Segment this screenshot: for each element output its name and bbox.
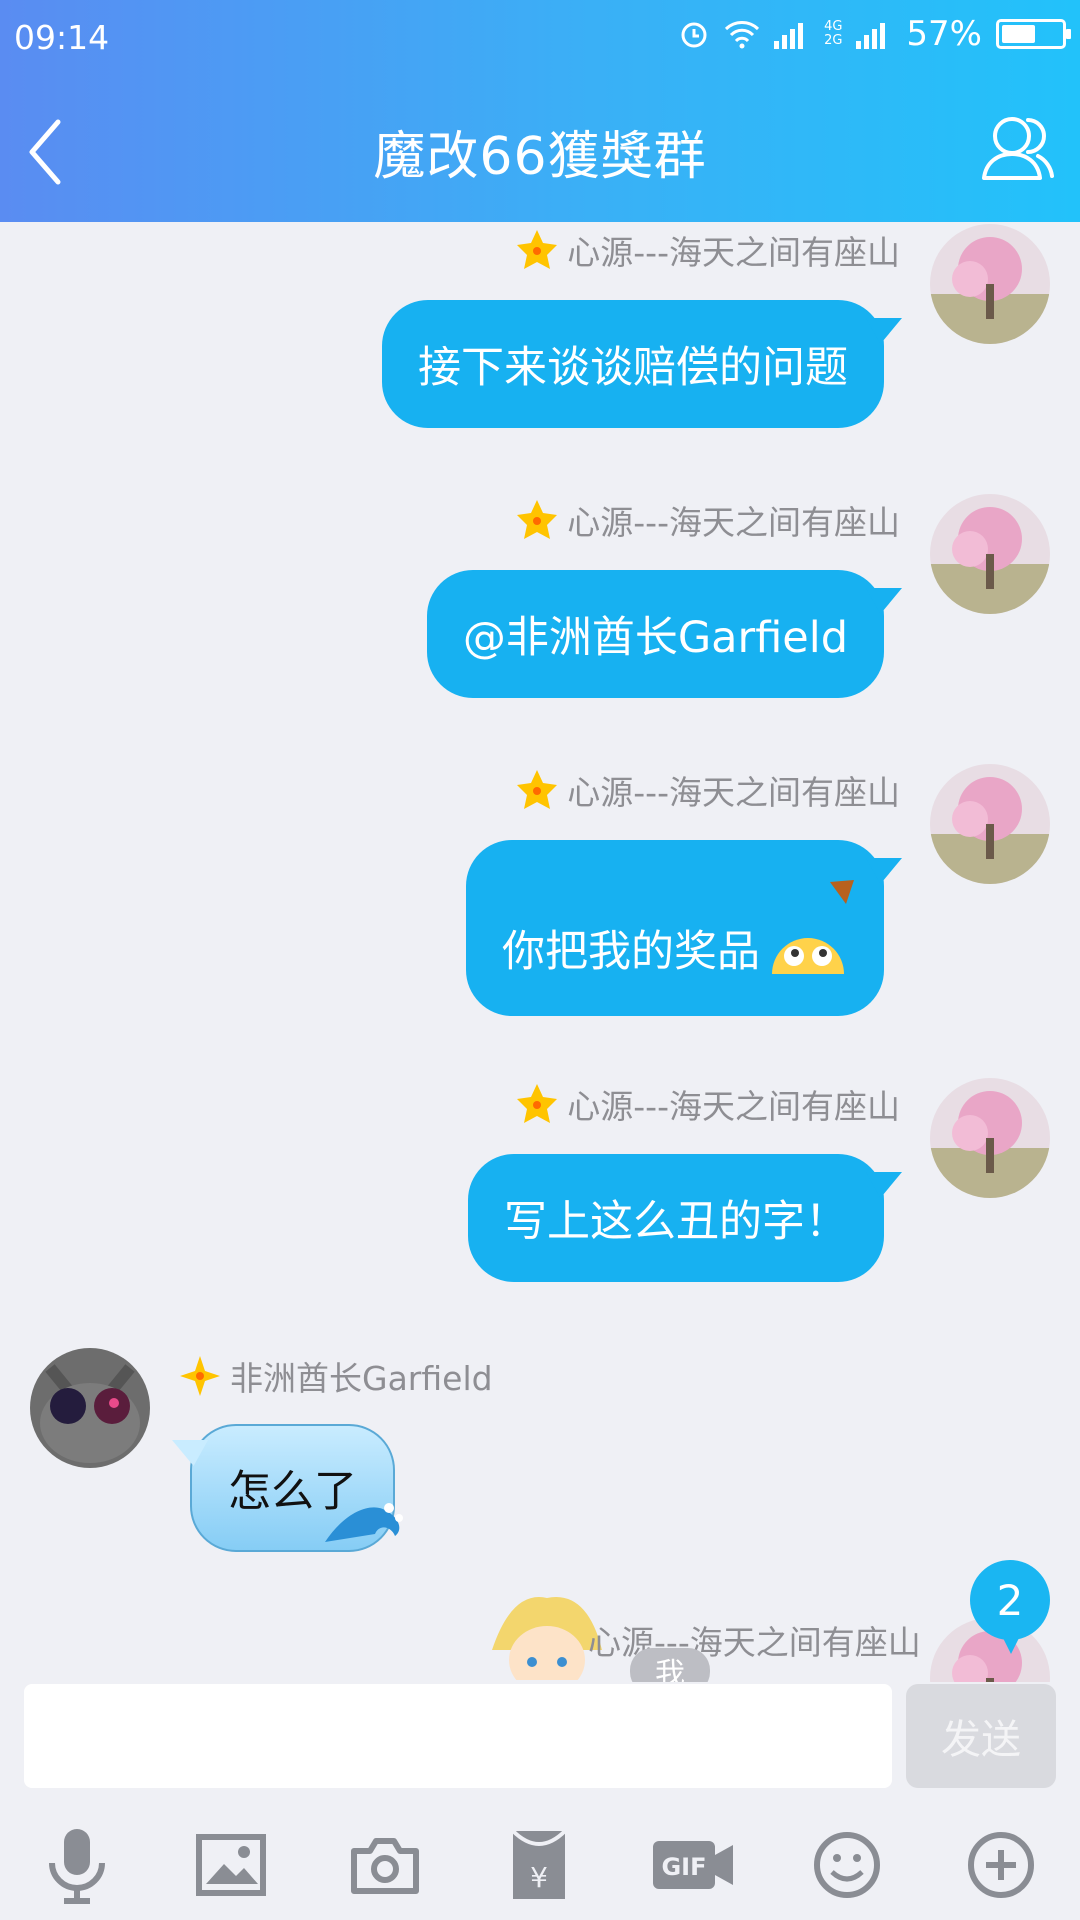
message-bubble[interactable]: 接下来谈谈赔偿的问题 [382, 300, 884, 428]
self-tag: 我 [630, 1648, 710, 1682]
sender-nickname: 心源---海天之间有座山 [515, 496, 900, 544]
wave-decoration-icon [325, 1503, 403, 1542]
avatar[interactable] [30, 1348, 150, 1468]
unread-count: 2 [996, 1575, 1024, 1625]
sparkle-badge-icon [180, 1356, 220, 1396]
network-type: 4G 2G [824, 20, 842, 48]
blossom-tree-avatar-icon [930, 224, 1050, 344]
alarm-icon [681, 22, 707, 48]
image-icon[interactable] [188, 1822, 274, 1908]
sender-nickname: 心源---海天之间有座山 [515, 1080, 900, 1128]
message-input-bar: 发送 [0, 1680, 1080, 1788]
group-members-icon[interactable] [978, 108, 1058, 188]
message-bubble[interactable]: 你把我的奖品 [466, 840, 884, 1016]
avatar[interactable] [930, 494, 1050, 614]
battery-percent: 57% [906, 14, 982, 54]
network-4g: 4G [824, 19, 843, 34]
send-button[interactable]: 发送 [906, 1684, 1056, 1788]
svg-text:GIF: GIF [661, 1853, 706, 1881]
sender-nickname: 非洲酋长Garfield [178, 1352, 493, 1400]
camera-icon[interactable] [342, 1822, 428, 1908]
unread-count-badge[interactable]: 2 [970, 1560, 1050, 1640]
title-bar: 魔改66獲獎群 [0, 90, 1080, 210]
signal-icon-2 [856, 23, 886, 49]
nickname-text: 非洲酋长Garfield [230, 1359, 493, 1398]
message-text: 接下来谈谈赔偿的问题 [418, 343, 848, 393]
star-badge-icon [517, 230, 558, 269]
message-text: @非洲酋长Garfield [462, 613, 848, 663]
star-badge-icon [517, 770, 558, 809]
wifi-icon [725, 21, 760, 49]
star-badge-icon [517, 1084, 558, 1123]
rolling-eyes-emoji-icon [772, 938, 844, 974]
chat-area[interactable]: 心源---海天之间有座山 接下来谈谈赔偿的问题 心源---海天之间有座山 @非洲… [0, 222, 1080, 1682]
message-input[interactable] [24, 1684, 892, 1788]
cat-sunglasses-avatar-icon [30, 1348, 150, 1468]
self-tag-text: 我 [655, 1657, 685, 1682]
gif-icon[interactable]: GIF [650, 1822, 736, 1908]
status-icons: 4G 2G 57% [678, 14, 1071, 54]
microphone-icon[interactable] [34, 1822, 120, 1908]
nickname-text: 心源---海天之间有座山 [567, 233, 900, 272]
network-2g: 2G [824, 33, 843, 48]
blossom-tree-avatar-icon [930, 764, 1050, 884]
header: 09:14 4G 2G 57% 魔改66獲獎群 [0, 0, 1080, 222]
avatar[interactable] [930, 764, 1050, 884]
svg-text:¥: ¥ [530, 1861, 548, 1894]
battery-icon [996, 19, 1071, 49]
message-bubble[interactable]: 怎么了 [190, 1424, 403, 1552]
star-badge-icon [517, 500, 558, 539]
avatar[interactable] [930, 224, 1050, 344]
message-text: 你把我的奖品 [502, 927, 760, 977]
sender-nickname: 心源---海天之间有座山 [515, 226, 900, 274]
message-bubble[interactable]: 写上这么丑的字！ [468, 1154, 884, 1282]
status-time: 09:14 [14, 18, 110, 57]
message-bubble[interactable]: @非洲酋长Garfield [426, 570, 884, 698]
battery-fill [1002, 25, 1035, 43]
blossom-tree-avatar-icon [930, 1078, 1050, 1198]
message-text: 写上这么丑的字！ [504, 1197, 848, 1247]
page-title: 魔改66獲獎群 [373, 127, 707, 187]
status-bar: 09:14 4G 2G 57% [0, 0, 1080, 78]
emoji-icon[interactable] [804, 1822, 890, 1908]
blossom-tree-avatar-icon [930, 494, 1050, 614]
signal-icon [774, 23, 804, 49]
plus-icon[interactable] [958, 1822, 1044, 1908]
nickname-text: 心源---海天之间有座山 [567, 1087, 900, 1126]
red-packet-icon[interactable]: ¥ [496, 1822, 582, 1908]
leaf-decoration-icon [830, 880, 854, 904]
avatar[interactable] [930, 1078, 1050, 1198]
nickname-text: 心源---海天之间有座山 [567, 503, 900, 542]
nickname-text: 心源---海天之间有座山 [567, 773, 900, 812]
sender-nickname: 心源---海天之间有座山 [515, 766, 900, 814]
input-toolbar: ¥ GIF [0, 1800, 1080, 1920]
